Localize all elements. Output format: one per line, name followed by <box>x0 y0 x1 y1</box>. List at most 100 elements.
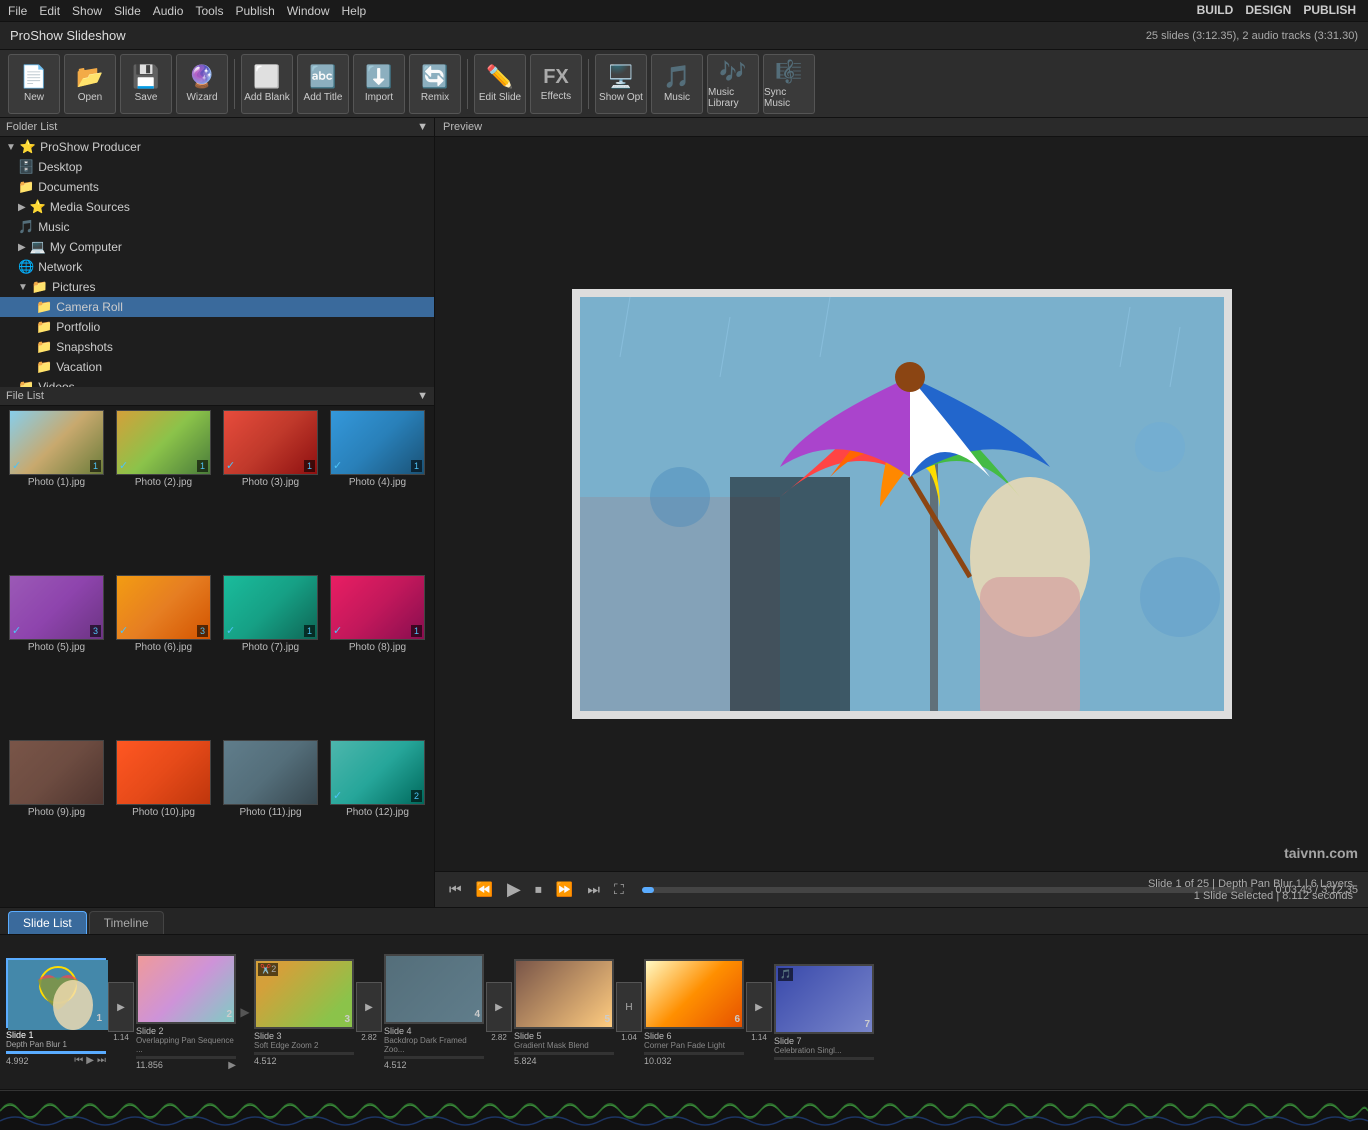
menu-tools[interactable]: Tools <box>195 4 223 18</box>
folder-item-media-sources[interactable]: ▶ ⭐ Media Sources <box>0 197 434 217</box>
transport-skip-end[interactable]: ⏭ <box>583 879 604 900</box>
sync-music-button[interactable]: 🎼 Sync Music <box>763 54 815 114</box>
add-blank-button[interactable]: ⬜ Add Blank <box>241 54 293 114</box>
transition-2[interactable]: ▶ <box>236 977 254 1047</box>
menu-file[interactable]: File <box>8 4 27 18</box>
slide-item-4[interactable]: 4 Slide 4 Backdrop Dark Framed Zoo... 4.… <box>384 954 484 1070</box>
transport-next[interactable]: ⏩ <box>552 879 577 900</box>
folder-item-pictures[interactable]: ▼ 📁 Pictures <box>0 277 434 297</box>
tab-publish[interactable]: PUBLISH <box>1299 2 1360 18</box>
transition-5[interactable]: H 1.04 <box>614 977 644 1047</box>
menu-audio[interactable]: Audio <box>153 4 184 18</box>
new-button[interactable]: 📄 New <box>8 54 60 114</box>
folder-item-videos[interactable]: 📁 Videos <box>0 377 434 387</box>
file-list-header[interactable]: File List ▼ <box>0 387 434 406</box>
preview-area[interactable]: taivnn.com <box>435 137 1368 871</box>
slide-1-thumb-container: 1 <box>6 958 106 1028</box>
menu-window[interactable]: Window <box>287 4 330 18</box>
file-item-6[interactable]: ✓3 Photo (6).jpg <box>111 575 216 738</box>
slide-1-number: 1 <box>96 1013 102 1024</box>
folder-item-music[interactable]: 🎵 Music <box>0 217 434 237</box>
tab-design[interactable]: DESIGN <box>1241 2 1295 18</box>
wizard-button[interactable]: 🔮 Wizard <box>176 54 228 114</box>
file-item-11[interactable]: Photo (11).jpg <box>218 740 323 903</box>
file-item-4[interactable]: ✓1 Photo (4).jpg <box>325 410 430 573</box>
slide-1-play-btn[interactable]: ▶ <box>86 1055 94 1066</box>
file-item-8[interactable]: ✓1 Photo (8).jpg <box>325 575 430 738</box>
slide-item-1[interactable]: 1 Slide 1 Depth Pan Blur 1 4.992 ⏮ ▶ ⏭ <box>6 958 106 1066</box>
slide-item-6[interactable]: 6 Slide 6 Corner Pan Fade Light 10.032 <box>644 959 744 1066</box>
slide-2-ctrl-btns: ▶ <box>228 1060 236 1071</box>
file-list-chevron: ▼ <box>417 390 428 402</box>
tab-timeline[interactable]: Timeline <box>89 911 164 934</box>
show-opt-label: Show Opt <box>599 92 643 103</box>
slide-2-sublabel: Overlapping Pan Sequence ... <box>136 1036 236 1054</box>
toolbar: 📄 New 📂 Open 💾 Save 🔮 Wizard ⬜ Add Blank… <box>0 50 1368 118</box>
transport-prev[interactable]: ⏪ <box>472 879 497 900</box>
music-button[interactable]: 🎵 Music <box>651 54 703 114</box>
file-item-9[interactable]: Photo (9).jpg <box>4 740 109 903</box>
transport-play[interactable]: ▶ <box>503 877 525 902</box>
folder-item-camera-roll[interactable]: 📁 Camera Roll <box>0 297 434 317</box>
transition-3[interactable]: ▶ 2.82 <box>354 977 384 1047</box>
folder-item-computer[interactable]: ▶ 💻 My Computer <box>0 237 434 257</box>
slide-item-3[interactable]: ✂️2 3 Slide 3 Soft Edge Zoom 2 4.512 <box>254 959 354 1066</box>
right-panel: Preview <box>435 118 1368 907</box>
menu-help[interactable]: Help <box>342 4 367 18</box>
effects-label: Effects <box>541 91 571 102</box>
file-name-2: Photo (2).jpg <box>135 477 192 488</box>
save-button[interactable]: 💾 Save <box>120 54 172 114</box>
slide-1-next-btn[interactable]: ⏭ <box>97 1055 106 1066</box>
file-item-10[interactable]: Photo (10).jpg <box>111 740 216 903</box>
folder-list-header[interactable]: Folder List ▼ <box>0 118 434 137</box>
slide-1-prev-btn[interactable]: ⏮ <box>74 1055 83 1066</box>
remix-button[interactable]: 🔄 Remix <box>409 54 461 114</box>
open-button[interactable]: 📂 Open <box>64 54 116 114</box>
transport-fullscreen[interactable]: ⛶ <box>610 879 628 900</box>
folder-item-desktop[interactable]: 🗄️ Desktop <box>0 157 434 177</box>
file-item-12[interactable]: ✓2 Photo (12).jpg <box>325 740 430 903</box>
slide-5-thumb-container: 5 <box>514 959 614 1029</box>
tab-slide-list[interactable]: Slide List <box>8 911 87 934</box>
slide-timeline[interactable]: 1 Slide 1 Depth Pan Blur 1 4.992 ⏮ ▶ ⏭ ▶… <box>0 935 1368 1090</box>
transport-stop[interactable]: ⏹ <box>531 879 546 900</box>
file-name-1: Photo (1).jpg <box>28 477 85 488</box>
file-item-7[interactable]: ✓1 Photo (7).jpg <box>218 575 323 738</box>
slide-2-play-btn[interactable]: ▶ <box>228 1060 236 1071</box>
slide-item-7[interactable]: 🎵 7 Slide 7 Celebration Singl... <box>774 964 874 1060</box>
slide-6-thumb: 6 <box>644 959 744 1029</box>
edit-slide-button[interactable]: ✏️ Edit Slide <box>474 54 526 114</box>
file-item-2[interactable]: ✓1 Photo (2).jpg <box>111 410 216 573</box>
file-item-5[interactable]: ✓3 Photo (5).jpg <box>4 575 109 738</box>
file-name-3: Photo (3).jpg <box>242 477 299 488</box>
file-badge-5: 3 <box>90 625 101 637</box>
import-button[interactable]: ⬇️ Import <box>353 54 405 114</box>
menu-show[interactable]: Show <box>72 4 102 18</box>
music-library-button[interactable]: 🎶 Music Library <box>707 54 759 114</box>
transition-1[interactable]: ▶ 1.14 <box>106 977 136 1047</box>
file-item-3[interactable]: ✓1 Photo (3).jpg <box>218 410 323 573</box>
file-item-1[interactable]: ✓1 Photo (1).jpg <box>4 410 109 573</box>
folder-label-videos: Videos <box>38 380 74 387</box>
add-title-button[interactable]: 🔤 Add Title <box>297 54 349 114</box>
menu-edit[interactable]: Edit <box>39 4 60 18</box>
folder-item-snapshots[interactable]: 📁 Snapshots <box>0 337 434 357</box>
menu-publish[interactable]: Publish <box>235 4 274 18</box>
folder-label-snapshots: Snapshots <box>56 340 113 354</box>
folder-item-network[interactable]: 🌐 Network <box>0 257 434 277</box>
slide-item-2[interactable]: 2 Slide 2 Overlapping Pan Sequence ... 1… <box>136 954 236 1071</box>
folder-item-proshow[interactable]: ▼ ⭐ ProShow Producer <box>0 137 434 157</box>
show-opt-button[interactable]: 🖥️ Show Opt <box>595 54 647 114</box>
slide-item-5[interactable]: 5 Slide 5 Gradient Mask Blend 5.824 <box>514 959 614 1066</box>
transition-4[interactable]: ▶ 2.82 <box>484 977 514 1047</box>
folder-item-vacation[interactable]: 📁 Vacation <box>0 357 434 377</box>
tab-build[interactable]: BUILD <box>1193 2 1238 18</box>
transport-skip-start[interactable]: ⏮ <box>445 879 466 900</box>
folder-item-documents[interactable]: 📁 Documents <box>0 177 434 197</box>
transition-6[interactable]: ▶ 1.14 <box>744 977 774 1047</box>
effects-button[interactable]: FX Effects <box>530 54 582 114</box>
slide-7-thumb-container: 🎵 7 <box>774 964 874 1034</box>
folder-item-portfolio[interactable]: 📁 Portfolio <box>0 317 434 337</box>
slide-4-info: Slide 4 Backdrop Dark Framed Zoo... 4.51… <box>384 1024 484 1070</box>
menu-slide[interactable]: Slide <box>114 4 141 18</box>
